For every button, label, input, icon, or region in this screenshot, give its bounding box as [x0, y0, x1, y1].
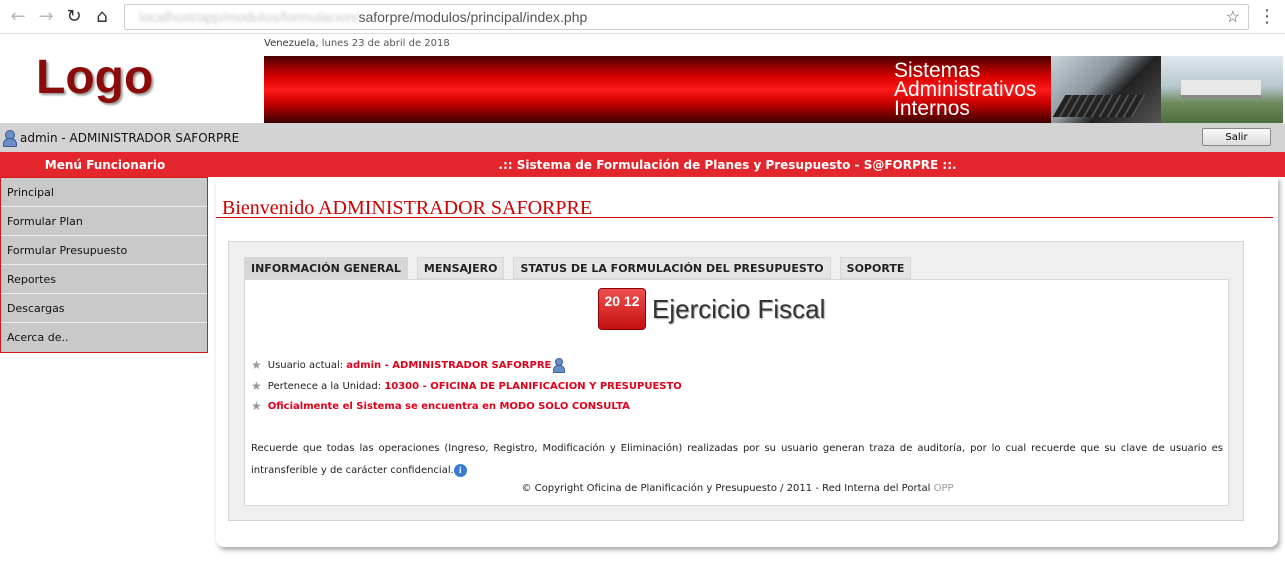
site-header: Logo Venezuela, lunes 23 de abril de 201…: [0, 34, 1285, 123]
current-user-label: Usuario actual:: [267, 359, 344, 371]
sidebar-item-principal[interactable]: Principal: [1, 178, 207, 207]
current-user-value: admin - ADMINISTRADOR SAFORPRE: [346, 359, 552, 371]
title-divider: [216, 217, 1273, 218]
star-bullet-icon: ★: [251, 358, 262, 372]
star-icon[interactable]: ☆: [1226, 7, 1240, 27]
star-bullet-icon: ★: [251, 379, 262, 393]
sidebar-item-formular-presupuesto[interactable]: Formular Presupuesto: [1, 236, 207, 265]
user-bar: admin - ADMINISTRADOR SAFORPRE Salir: [0, 123, 1285, 152]
copyright: © Copyright Oficina de Planificación y P…: [245, 483, 1230, 494]
mode-line: ★ Oficialmente el Sistema se encuentra e…: [251, 399, 630, 413]
url-text: saforpre/modulos/principal/index.php: [358, 8, 588, 25]
keyboard-photo: [1051, 56, 1161, 123]
browser-toolbar: ← → ↻ ⌂ localhost/app/modulos/formulacio…: [0, 0, 1285, 34]
banner-title: Sistemas Administrativos Internos: [894, 59, 1037, 120]
sidebar-menu: Principal Formular Plan Formular Presupu…: [0, 177, 208, 353]
sidebar-item-descargas[interactable]: Descargas: [1, 294, 207, 323]
star-bullet-icon: ★: [251, 399, 262, 413]
date-text: lunes 23 de abril de 2018: [321, 38, 450, 49]
opp-link[interactable]: OPP: [934, 483, 954, 494]
address-bar[interactable]: localhost/app/modulos/formulacion/ safor…: [124, 3, 1249, 30]
title-bar: Menú Funcionario .:: Sistema de Formulac…: [0, 152, 1285, 177]
system-title: .:: Sistema de Formulación de Planes y P…: [498, 157, 957, 172]
menu-title: Menú Funcionario: [44, 157, 166, 172]
calendar-icon: 20 12: [598, 288, 646, 330]
logout-button[interactable]: Salir: [1202, 128, 1271, 146]
copyright-text: © Copyright Oficina de Planificación y P…: [521, 483, 931, 494]
tab-mensajero[interactable]: MENSAJERO: [416, 257, 505, 279]
more-vertical-icon[interactable]: ⋮: [1255, 6, 1279, 27]
tab-soporte[interactable]: SOPORTE: [839, 257, 912, 279]
logo[interactable]: Logo: [36, 50, 153, 105]
reload-icon[interactable]: ↻: [62, 5, 86, 29]
tab-informacion-general[interactable]: INFORMACIÓN GENERAL: [244, 257, 408, 279]
tab-status-formulacion[interactable]: STATUS DE LA FORMULACIÓN DEL PRESUPUESTO: [513, 257, 831, 279]
main-area: Principal Formular Plan Formular Presupu…: [0, 177, 1285, 568]
audit-notice: Recuerde que todas las operaciones (Ingr…: [251, 438, 1223, 482]
sidebar-item-acerca-de[interactable]: Acerca de..: [1, 323, 207, 352]
arrow-left-icon[interactable]: ←: [6, 5, 30, 29]
audit-notice-text: Recuerde que todas las operaciones (Ingr…: [251, 443, 1223, 476]
unit-label: Pertenece a la Unidad:: [267, 380, 382, 392]
current-user: admin - ADMINISTRADOR SAFORPRE: [20, 130, 240, 145]
home-icon[interactable]: ⌂: [90, 5, 114, 29]
arrow-right-icon[interactable]: →: [34, 5, 58, 29]
content-area: Bienvenido ADMINISTRADOR SAFORPRE INFORM…: [216, 177, 1278, 547]
dateline: Venezuela, lunes 23 de abril de 2018: [264, 38, 450, 49]
fiscal-year-header: 20 12 Ejercicio Fiscal: [598, 288, 825, 330]
date-place: Venezuela,: [264, 38, 319, 49]
header-banner: Sistemas Administrativos Internos: [264, 56, 1283, 123]
user-icon: [2, 129, 17, 147]
tab-list: INFORMACIÓN GENERAL MENSAJERO STATUS DE …: [244, 257, 912, 279]
user-icon: [552, 358, 566, 373]
unit-value: 10300 - OFICINA DE PLANIFICACION Y PRESU…: [384, 380, 682, 392]
fiscal-title: Ejercicio Fiscal: [652, 293, 826, 324]
current-user-line: ★ Usuario actual: admin - ADMINISTRADOR …: [251, 358, 566, 373]
building-photo: [1161, 56, 1283, 123]
tab-panel: INFORMACIÓN GENERAL MENSAJERO STATUS DE …: [228, 241, 1244, 521]
sidebar-item-formular-plan[interactable]: Formular Plan: [1, 207, 207, 236]
unit-line: ★ Pertenece a la Unidad: 10300 - OFICINA…: [251, 379, 682, 393]
url-blurred: localhost/app/modulos/formulacion/: [139, 8, 359, 25]
sidebar-item-reportes[interactable]: Reportes: [1, 265, 207, 294]
tab-content: 20 12 Ejercicio Fiscal ★ Usuario actual:…: [244, 279, 1229, 506]
info-icon[interactable]: i: [453, 464, 467, 477]
mode-notice: Oficialmente el Sistema se encuentra en …: [267, 400, 630, 412]
